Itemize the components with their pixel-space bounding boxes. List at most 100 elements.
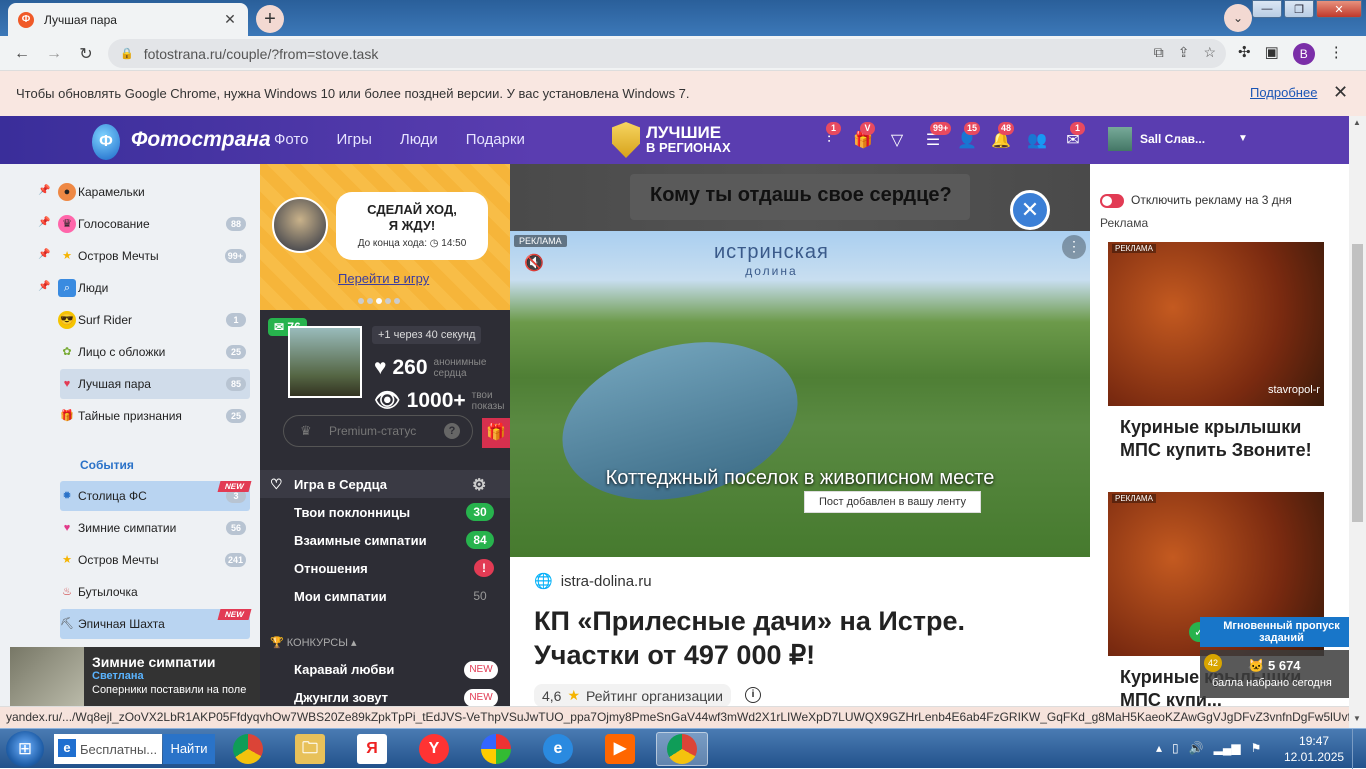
- taskbar-app-ball[interactable]: [470, 732, 522, 766]
- sidebar-item-winter-sympathy[interactable]: ♥ Зимние симпатии 56: [60, 513, 250, 543]
- sidebar-item-voting[interactable]: 📌 ♛ Голосование 88: [38, 209, 250, 239]
- best-in-regions-banner[interactable]: ЛУЧШИЕ В РЕГИОНАХ: [612, 122, 731, 158]
- carousel-dots[interactable]: [358, 298, 400, 304]
- diamond-icon[interactable]: ▽: [886, 130, 908, 152]
- gift-icon[interactable]: 🎁 V: [852, 122, 875, 152]
- info-icon[interactable]: i: [745, 687, 761, 703]
- tray-expand-icon[interactable]: ▴: [1156, 741, 1162, 755]
- notification-popup[interactable]: Зимние симпатии Светлана Соперники поста…: [10, 647, 280, 707]
- sidebar-item-best-couple[interactable]: ♥ Лучшая пара 85: [60, 369, 250, 399]
- caret-down-icon[interactable]: ▼: [1238, 133, 1248, 144]
- reload-icon[interactable]: ↻: [76, 44, 96, 64]
- new-tab-button[interactable]: +: [256, 5, 284, 33]
- open-in-app-icon[interactable]: ⧉: [1154, 44, 1164, 61]
- bell-icon[interactable]: 🔔 48: [990, 122, 1015, 152]
- address-bar[interactable]: 🔒 fotostrana.ru/couple/?from=stove.task …: [108, 39, 1226, 68]
- gear-icon[interactable]: ⚙: [472, 475, 486, 495]
- pin-icon[interactable]: 📌: [38, 249, 50, 260]
- games-icon[interactable]: ⫶ 1: [818, 122, 841, 152]
- taskbar-search-input[interactable]: e Бесплатны...: [54, 734, 162, 764]
- daily-score-widget[interactable]: 42 🐱 5 674 балла набрано сегодня: [1200, 650, 1349, 698]
- feed-icon[interactable]: ☰ 99+: [922, 122, 952, 152]
- taskbar-yandex-browser[interactable]: Y: [408, 732, 460, 766]
- ad-headline[interactable]: КП «Прилесные дачи» на Истре. Участки от…: [534, 604, 1074, 672]
- sidebar-item-dream-island[interactable]: 📌 ★ Остров Мечты 99+: [38, 241, 250, 271]
- scroll-down-icon[interactable]: ▼: [1353, 714, 1361, 723]
- ad-card[interactable]: РЕКЛАМА stavropol-r Куриные крылышки МПС…: [1108, 242, 1324, 472]
- menu-hearts-game[interactable]: ♡ Игра в Сердца ⚙: [260, 470, 510, 498]
- infobar-close-icon[interactable]: ✕: [1333, 82, 1348, 103]
- forward-icon[interactable]: →: [44, 44, 64, 64]
- bookmark-star-icon[interactable]: ☆: [1203, 44, 1216, 61]
- profile-photo[interactable]: [288, 326, 362, 398]
- side-panel-icon[interactable]: ▣: [1265, 43, 1279, 65]
- contests-header[interactable]: 🏆 КОНКУРСЫ ▴: [270, 636, 357, 649]
- mute-icon[interactable]: 🔇: [524, 253, 544, 273]
- nav-games[interactable]: Игры: [336, 131, 371, 148]
- instant-skip-promo[interactable]: Мгновенный пропуск заданий: [1200, 617, 1349, 647]
- menu-my-sympathies[interactable]: Мои симпатии 50: [260, 582, 510, 610]
- scroll-up-icon[interactable]: ▲: [1353, 118, 1361, 127]
- go-to-game-link[interactable]: Перейти в игру: [338, 271, 429, 286]
- profile-avatar[interactable]: B: [1292, 43, 1315, 65]
- infobar-more-link[interactable]: Подробнее: [1250, 85, 1317, 100]
- menu-relationships[interactable]: Отношения!: [260, 554, 510, 582]
- disable-ads-label[interactable]: Отключить рекламу на 3 дня: [1131, 193, 1292, 207]
- sidebar-item-bottle[interactable]: ♨ Бутылочка: [60, 577, 250, 607]
- nav-gifts[interactable]: Подарки: [466, 131, 525, 148]
- help-icon[interactable]: ?: [444, 423, 460, 439]
- sidebar-item-caramels[interactable]: 📌 ● Карамельки: [38, 177, 250, 207]
- ad-source[interactable]: 🌐 istra-dolina.ru: [534, 572, 652, 591]
- close-window-button[interactable]: ✕: [1316, 0, 1362, 18]
- sidebar-item-epic-mine[interactable]: ⛏ Эпичная Шахта NEW: [60, 609, 252, 639]
- pin-icon[interactable]: 📌: [38, 217, 50, 228]
- menu-kebab-icon[interactable]: ⋮: [1329, 43, 1344, 65]
- browser-tab[interactable]: Ф Лучшая пара ✕: [8, 3, 248, 36]
- user-menu[interactable]: Sall Слав...: [1108, 127, 1205, 151]
- back-icon[interactable]: ←: [12, 44, 32, 64]
- taskbar-chrome[interactable]: [222, 732, 274, 766]
- contest-jungle[interactable]: Джунгли зовут: [294, 690, 388, 705]
- taskbar-yandex[interactable]: Я: [346, 732, 398, 766]
- disable-ads-toggle[interactable]: [1100, 194, 1124, 208]
- fotostrana-logo-icon[interactable]: Ф: [92, 124, 120, 160]
- pin-icon[interactable]: 📌: [38, 185, 50, 196]
- close-ad-button[interactable]: ✕: [1010, 190, 1050, 230]
- sidebar-item-secret-confessions[interactable]: 🎁 Тайные признания 25: [60, 401, 250, 431]
- start-button[interactable]: ⊞: [6, 731, 44, 767]
- taskbar-explorer[interactable]: 🗀: [284, 732, 336, 766]
- gift-icon[interactable]: 🎁: [482, 418, 510, 448]
- extensions-puzzle-icon[interactable]: ✣: [1238, 43, 1251, 65]
- share-icon[interactable]: ⇪: [1178, 44, 1190, 61]
- flag-icon[interactable]: ⚑: [1251, 741, 1262, 755]
- friends-icon[interactable]: 👤 15: [956, 122, 981, 152]
- pin-icon[interactable]: 📌: [38, 281, 50, 292]
- sidebar-item-capital[interactable]: ✹ Столица ФС 3 NEW: [60, 481, 252, 511]
- scroll-thumb[interactable]: [1352, 244, 1363, 522]
- taskbar-find-button[interactable]: Найти: [163, 734, 215, 764]
- maximize-button[interactable]: ❐: [1284, 0, 1314, 18]
- battery-icon[interactable]: ▯: [1172, 741, 1179, 755]
- site-logo[interactable]: Фотострана: [131, 128, 271, 152]
- taskbar-chrome-active[interactable]: [656, 732, 708, 766]
- taskbar-media[interactable]: ▶: [594, 732, 646, 766]
- contest-karavai[interactable]: Каравай любви: [294, 662, 394, 677]
- tab-search-chevron-icon[interactable]: ⌄: [1224, 4, 1252, 32]
- nav-photo[interactable]: Фото: [274, 131, 308, 148]
- sidebar-item-surf-rider[interactable]: 😎 Surf Rider 1: [58, 305, 250, 335]
- sidebar-item-dream-island-2[interactable]: ★ Остров Мечты 241: [60, 545, 250, 575]
- menu-mutual[interactable]: Взаимные симпатии 84: [260, 526, 510, 554]
- nav-people[interactable]: Люди: [400, 131, 438, 148]
- premium-status-button[interactable]: ♛ Premium-статус?: [283, 415, 473, 447]
- sidebar-item-cover-face[interactable]: ✿ Лицо с обложки 25: [60, 337, 250, 367]
- messages-icon[interactable]: ✉ 1: [1062, 122, 1085, 152]
- clock[interactable]: 19:47 12.01.2025: [1284, 733, 1344, 765]
- sidebar-item-people[interactable]: 📌 ⌕ Люди: [38, 273, 250, 303]
- minimize-button[interactable]: —: [1252, 0, 1282, 18]
- tab-close-icon[interactable]: ✕: [222, 11, 238, 28]
- rating-chip[interactable]: 4,6 ★ Рейтинг организации: [534, 684, 731, 706]
- taskbar-ie[interactable]: e: [532, 732, 584, 766]
- ad-image[interactable]: РЕКЛАМА 🔇 ⋮ истринская долина Коттеджный…: [510, 231, 1090, 557]
- ad-menu-icon[interactable]: ⋮: [1062, 235, 1086, 259]
- show-desktop-button[interactable]: [1352, 729, 1366, 769]
